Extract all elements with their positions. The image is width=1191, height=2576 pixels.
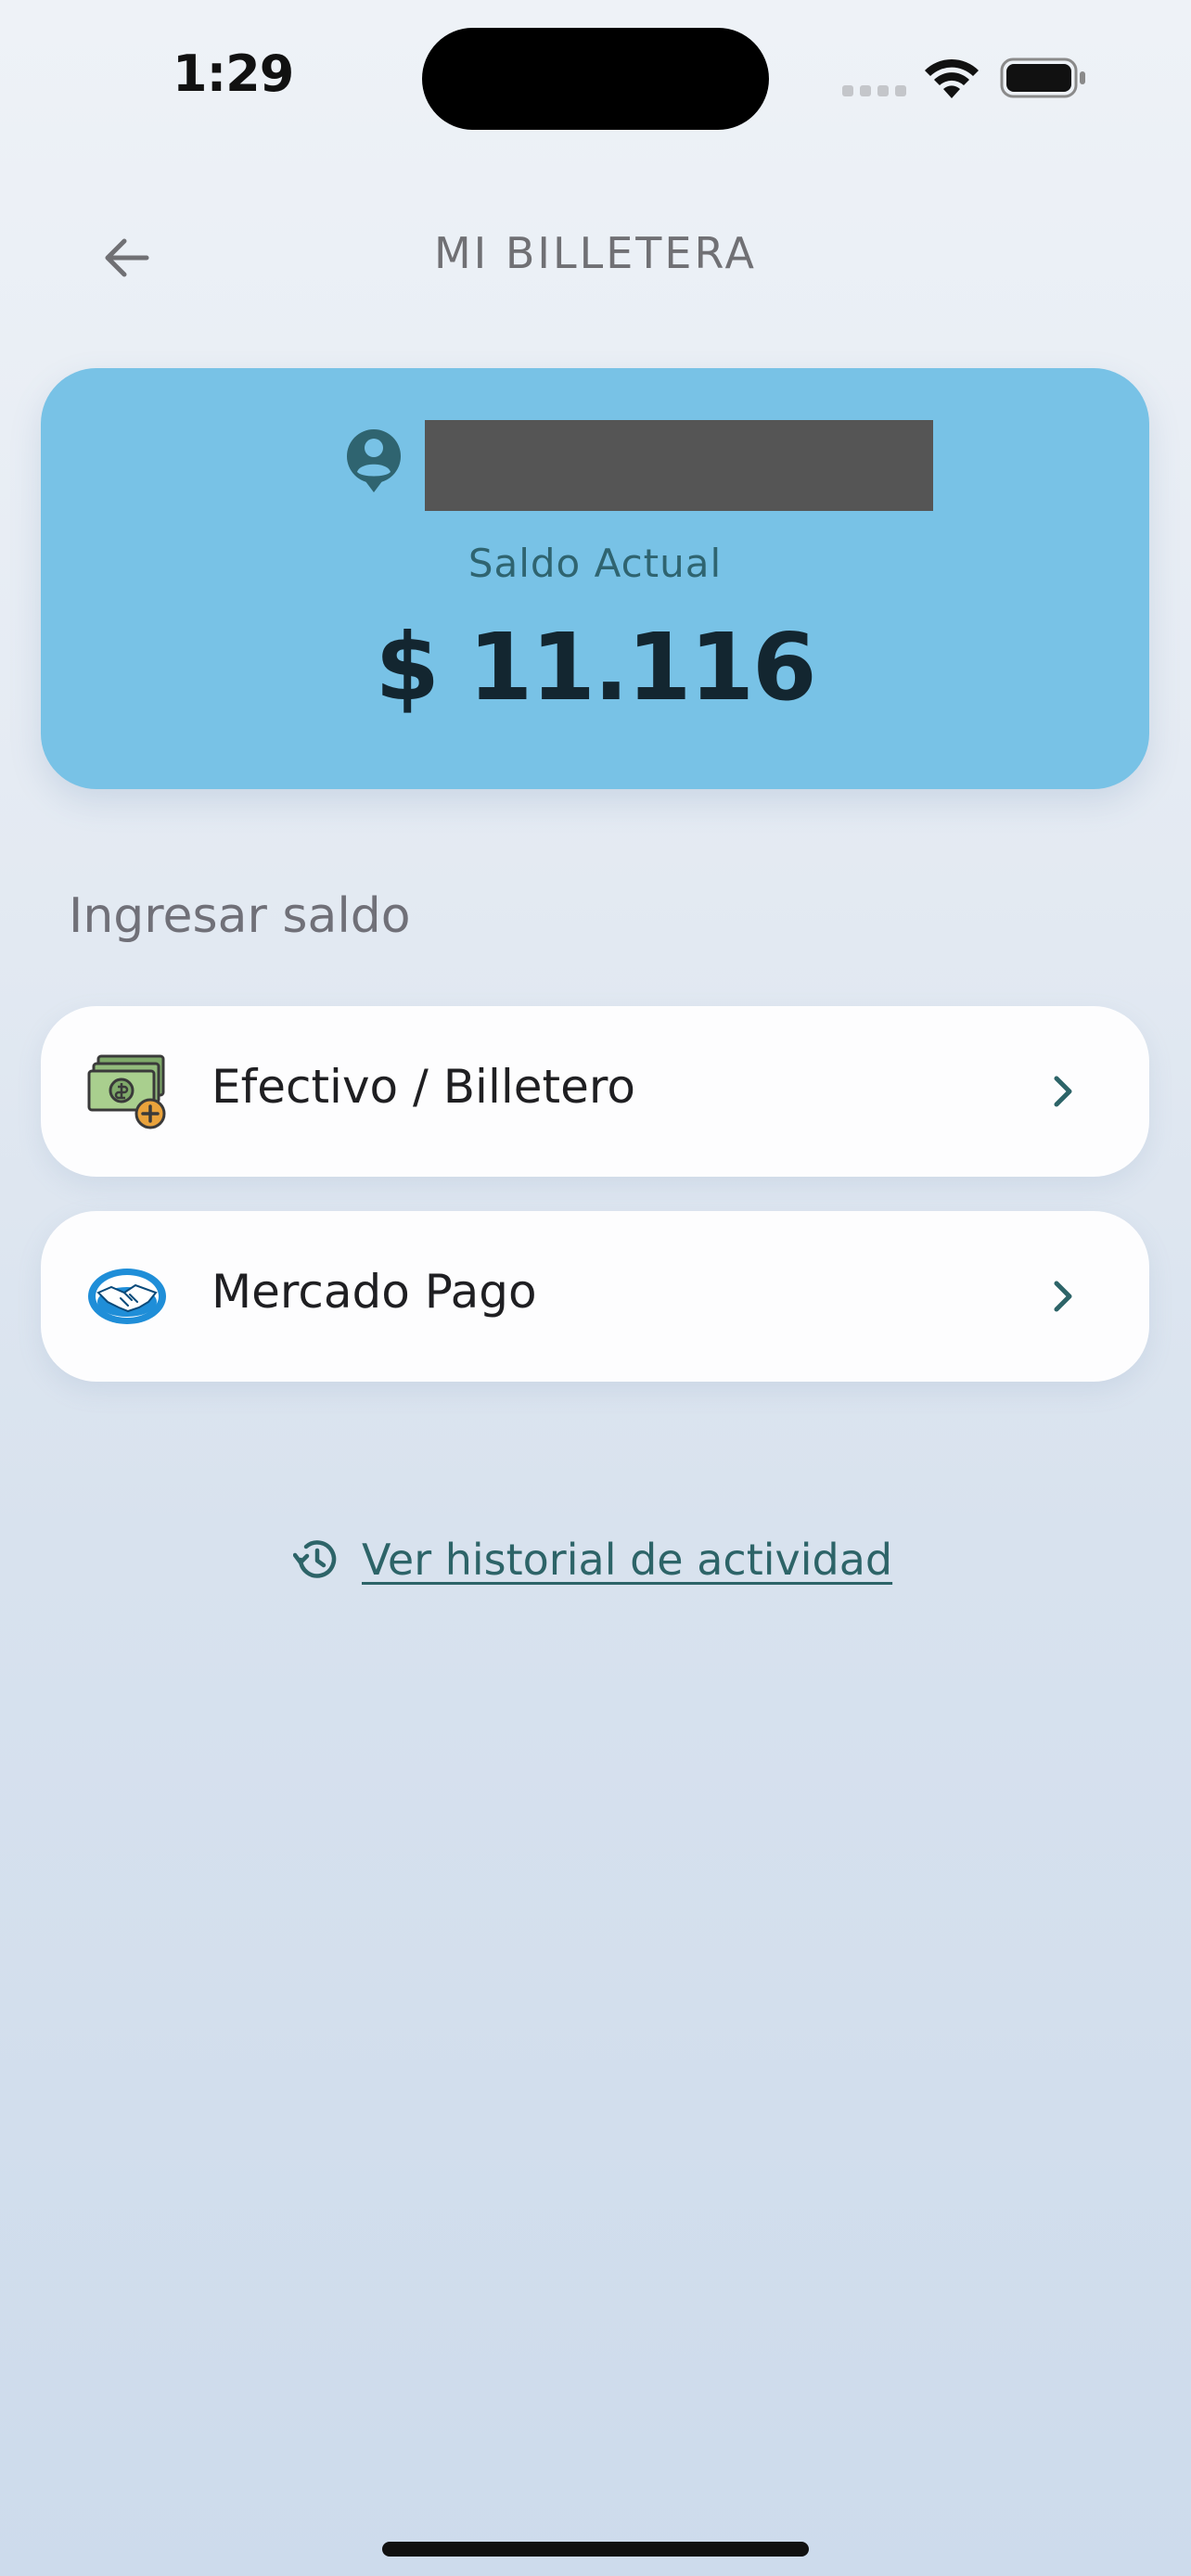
chevron-right-icon — [1054, 1281, 1072, 1312]
wifi-icon — [925, 58, 979, 98]
topup-option-mercado-pago[interactable]: Mercado Pago — [41, 1211, 1149, 1382]
balance-amount: $ 11.116 — [375, 613, 816, 721]
cellular-signal-icon — [842, 85, 906, 96]
topup-section-title: Ingresar saldo — [69, 888, 411, 944]
user-location-icon — [346, 429, 402, 492]
history-icon — [293, 1540, 337, 1578]
user-row — [41, 420, 1149, 513]
balance-card: Saldo Actual $ 11.116 — [41, 368, 1149, 789]
topup-option-cash[interactable]: Efectivo / Billetero — [41, 1006, 1149, 1177]
mercado-pago-handshake-icon — [88, 1269, 166, 1324]
battery-icon — [1000, 57, 1085, 98]
cash-bills-icon — [87, 1054, 166, 1129]
status-bar: 1:29 — [0, 0, 1191, 158]
chevron-right-icon — [1054, 1076, 1072, 1107]
home-indicator[interactable] — [382, 2542, 809, 2557]
activity-history-link-text[interactable]: Ver historial de actividad — [362, 1535, 892, 1585]
status-time: 1:29 — [173, 45, 294, 103]
user-name-redacted — [425, 420, 933, 511]
balance-label: Saldo Actual — [467, 541, 723, 586]
topup-option-label: Efectivo / Billetero — [211, 1060, 635, 1114]
dynamic-island — [422, 28, 769, 130]
page-title: MI BILLETERA — [433, 228, 758, 278]
topup-option-label: Mercado Pago — [211, 1265, 537, 1319]
activity-history-link[interactable]: Ver historial de actividad — [293, 1530, 892, 1589]
